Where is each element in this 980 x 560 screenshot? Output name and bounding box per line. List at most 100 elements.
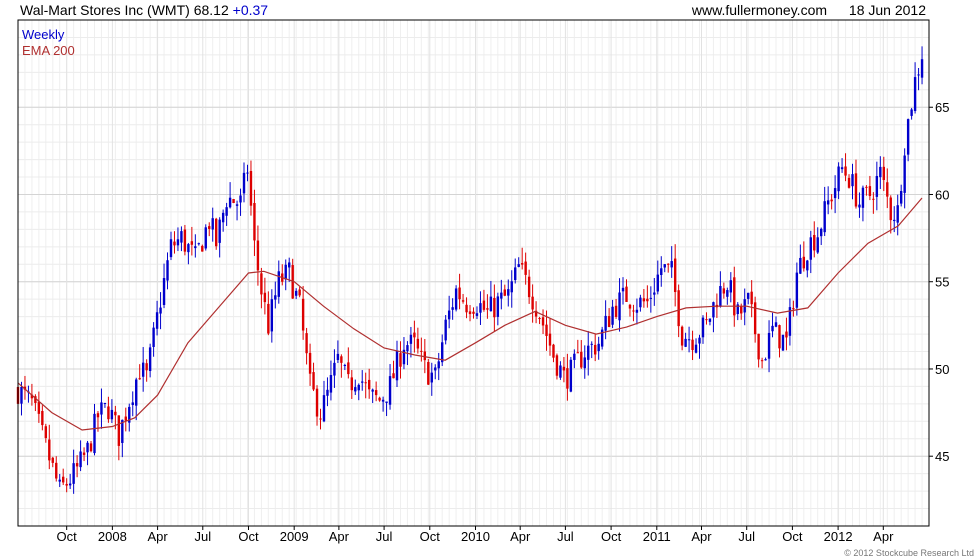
candle-up [274,295,277,300]
candle-up [333,362,336,376]
candle-down [524,261,527,275]
candle-down [844,166,847,176]
candle-down [82,452,86,455]
candle-up [687,339,691,341]
candle-up [899,190,903,204]
candle-up [694,344,698,353]
candle-up [246,172,249,174]
candle-down [208,226,211,229]
candle-down [256,240,260,271]
y-tick-label: 60 [935,187,949,202]
candle-up [218,219,221,243]
candle-up [58,479,61,482]
candle-down [89,443,93,452]
candle-up [774,322,778,327]
x-tick-label: Jul [194,529,211,544]
candle-up [771,325,774,332]
candle-up [148,347,152,372]
candle-up [517,264,520,267]
candle-down [628,304,632,309]
x-tick-label: Oct [782,529,803,544]
candle-down [232,199,235,204]
candle-down [350,377,354,391]
candle-down [374,390,378,396]
candle-down [750,291,753,305]
candle-up [656,274,659,292]
candle-up [451,307,454,310]
candle-down [677,290,680,327]
candle-up [879,166,882,178]
candle-down [545,324,548,336]
candle-down [576,352,580,354]
candle-up [176,239,180,246]
candle-down [51,457,54,463]
candle-down [367,379,371,390]
candle-down [465,304,468,313]
x-tick-label: Jul [376,529,393,544]
candle-down [214,218,218,247]
candle-up [910,109,913,116]
candle-up [159,307,162,314]
candle-down [96,413,100,418]
candle-up [896,205,899,223]
candle-up [781,334,785,351]
candle-down [872,198,875,200]
candle-down [886,182,889,197]
candle-down [267,303,270,334]
candle-up [618,292,621,321]
candle-up [701,317,705,338]
candle-down [413,332,416,338]
candle-down [757,333,760,360]
candle-up [447,310,451,320]
candle-down [117,415,121,446]
website-link[interactable]: www.fullermoney.com [692,2,827,18]
candle-up [239,195,242,203]
candle-down [705,319,708,321]
candle-down [249,171,253,206]
candle-up [406,345,409,352]
candle-up [155,312,159,329]
candle-down [531,296,534,310]
candle-up [187,244,190,253]
ticker-title: Wal-Mart Stores Inc (WMT) [20,2,190,18]
candle-up [354,387,357,392]
candle-down [138,378,141,380]
chart-grid [17,19,930,527]
candle-down [263,292,267,303]
candle-down [201,245,204,252]
candle-down [792,308,795,310]
candle-up [611,306,614,325]
candle-down [364,382,367,384]
candle-up [806,260,809,271]
candle-down [722,288,726,294]
candle-down [65,483,68,486]
x-tick-label: Jul [738,529,755,544]
candle-down [813,234,816,251]
candle-up [660,268,663,276]
candle-up [395,350,399,381]
candle-down [145,363,148,371]
x-tick-label: Apr [691,529,712,544]
candle-down [37,401,41,414]
y-tick-label: 65 [935,100,949,115]
candle-down [301,298,305,331]
candle-up [649,297,653,299]
candle-up [917,74,920,76]
candle-down [482,300,486,310]
candle-up [500,292,503,299]
candle-up [861,187,865,208]
candle-up [604,315,607,331]
legend-ema-200: EMA 200 [22,43,75,58]
candle-down [802,256,806,269]
candle-up [135,379,138,406]
candle-up [381,399,385,402]
x-tick-label: 2011 [643,529,671,544]
candle-up [670,261,673,268]
chart-header-title: Wal-Mart Stores Inc (WMT) 68.12 +0.37 [20,0,268,20]
candle-up [79,451,82,468]
candle-down [423,351,427,361]
x-tick-label: Oct [601,529,622,544]
candle-up [288,262,291,268]
candle-up [434,367,437,371]
candle-down [107,406,110,420]
